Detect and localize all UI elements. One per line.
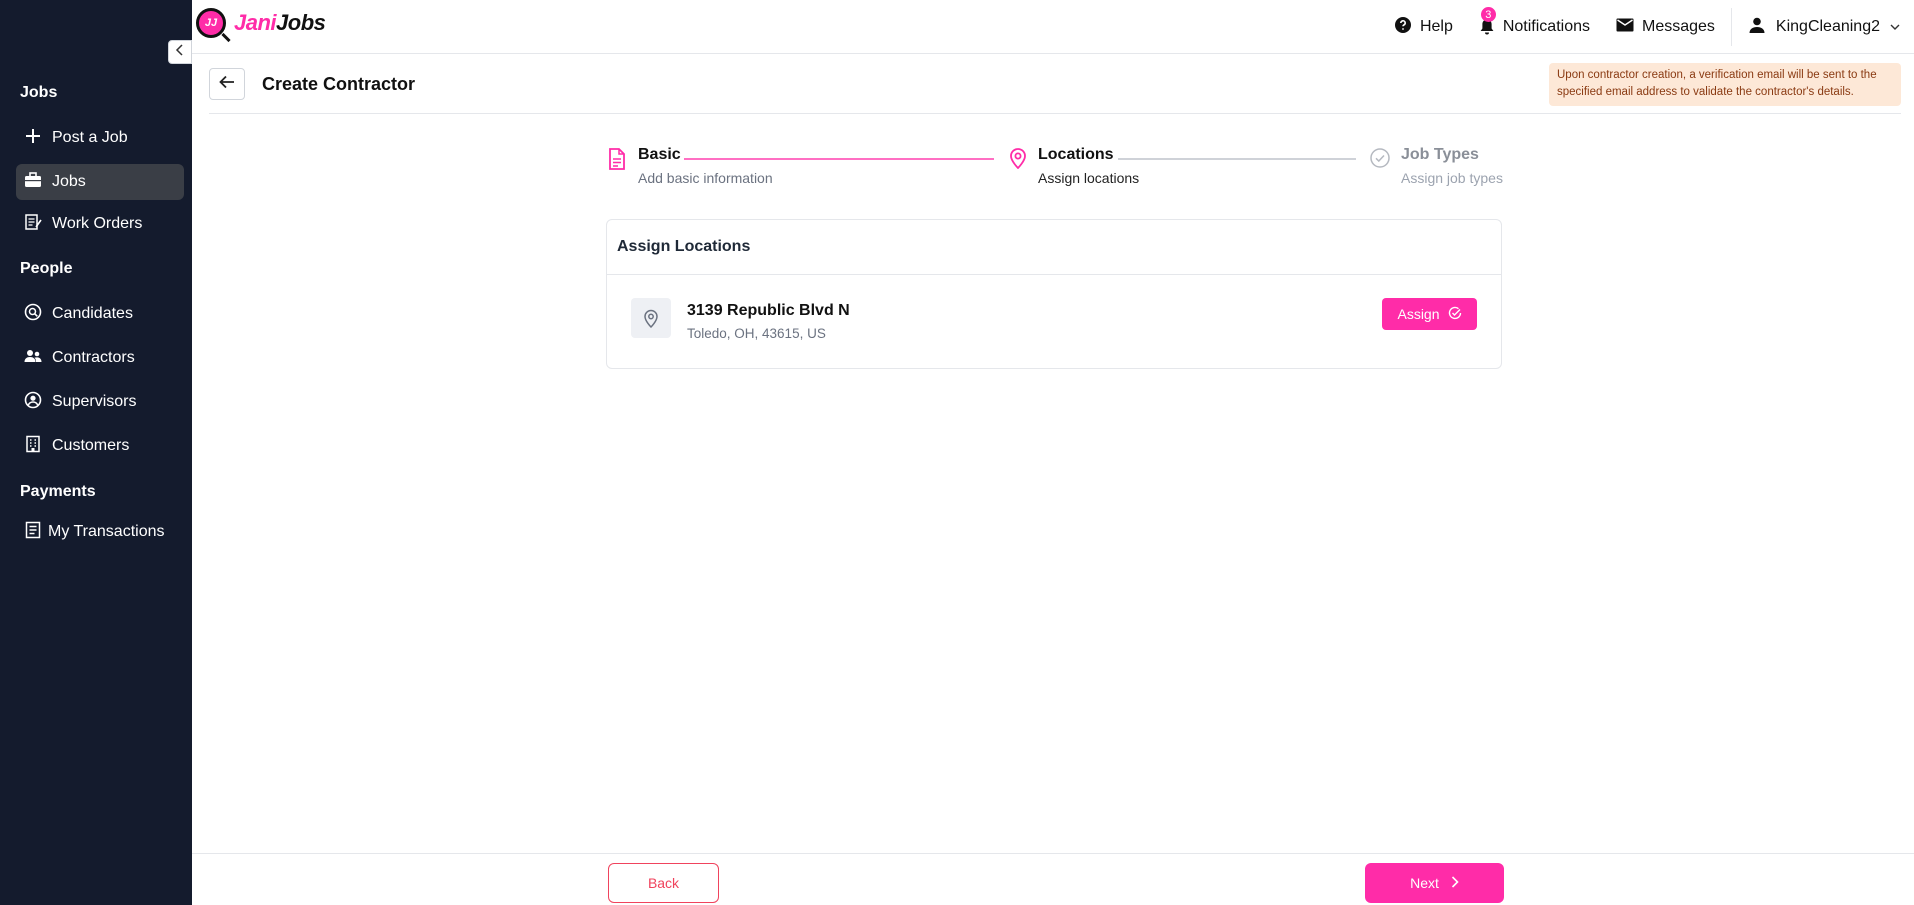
user-icon: [1748, 16, 1766, 39]
people-icon: [24, 347, 42, 370]
step-connector-pending: [1118, 158, 1356, 160]
sidebar-item-candidates[interactable]: Candidates: [16, 296, 184, 332]
card-heading: Assign Locations: [607, 220, 1501, 275]
title-divider: [209, 113, 1901, 114]
back-button[interactable]: Back: [608, 863, 719, 903]
help-icon: [1394, 16, 1412, 39]
step-connector-complete: [684, 158, 994, 160]
section-title-people: People: [20, 260, 73, 277]
notifications-label: Notifications: [1502, 18, 1590, 35]
step-title: Job Types: [1401, 146, 1479, 163]
notifications-link[interactable]: 3 Notifications: [1479, 7, 1590, 36]
messages-link[interactable]: Messages: [1616, 18, 1715, 37]
step-subtitle: Add basic information: [638, 170, 773, 186]
sidebar-item-label: Work Orders: [52, 215, 143, 232]
notification-count-badge: 3: [1480, 7, 1496, 22]
location-address: Toledo, OH, 43615, US: [687, 326, 826, 341]
check-circle-icon: [1448, 306, 1462, 323]
work-order-icon: [24, 213, 42, 236]
verification-notice: Upon contractor creation, a verification…: [1549, 63, 1901, 106]
step-title: Basic: [638, 146, 681, 163]
sidebar-item-label: Customers: [52, 437, 130, 454]
page-title: Create Contractor: [262, 74, 416, 94]
step-basic: Basic Add basic information: [638, 146, 773, 186]
user-circle-icon: [24, 391, 42, 414]
sidebar-item-customers[interactable]: Customers: [16, 428, 184, 464]
help-link[interactable]: Help: [1394, 16, 1453, 39]
assign-locations-card: Assign Locations 3139 Republic Blvd N To…: [606, 219, 1502, 369]
plus-icon: [24, 127, 42, 150]
sidebar-item-post-a-job[interactable]: Post a Job: [16, 120, 184, 156]
sidebar-item-label: Candidates: [52, 305, 133, 322]
chevron-right-icon: [1451, 875, 1459, 891]
step-title: Locations: [1038, 146, 1114, 163]
document-icon: [608, 148, 626, 175]
section-title-payments: Payments: [20, 483, 96, 500]
user-menu[interactable]: KingCleaning2: [1748, 16, 1900, 39]
logo-jani: Jani: [234, 10, 277, 35]
sidebar-item-label: Contractors: [52, 349, 135, 366]
assign-button[interactable]: Assign: [1382, 298, 1477, 330]
briefcase-icon: [24, 171, 42, 194]
messages-label: Messages: [1642, 18, 1715, 35]
arrow-left-icon: [219, 75, 235, 94]
building-icon: [24, 435, 42, 458]
back-label: Back: [647, 875, 680, 891]
logo-jobs: Jobs: [276, 10, 326, 35]
sidebar-item-label: Post a Job: [52, 129, 128, 146]
logo-mark: JJ: [196, 8, 226, 38]
step-job-types: Job Types Assign job types: [1401, 146, 1503, 186]
location-name: 3139 Republic Blvd N: [687, 302, 850, 319]
logo[interactable]: JJ JaniJobs: [196, 8, 326, 38]
location-pin-icon: [631, 298, 671, 338]
chevron-left-icon: [175, 43, 185, 61]
section-title-jobs: Jobs: [20, 84, 58, 101]
receipt-icon: [24, 521, 42, 544]
search-person-icon: [24, 303, 42, 326]
footer-bar: [192, 853, 1914, 905]
sidebar-item-label: Jobs: [52, 173, 86, 190]
page-back-button[interactable]: [209, 68, 245, 100]
sidebar: Jobs Post a Job Jobs Work Orders People …: [0, 0, 192, 905]
sidebar-item-my-transactions[interactable]: My Transactions: [16, 514, 184, 550]
bell-icon: 3: [1479, 7, 1496, 36]
header-divider: [1730, 8, 1732, 46]
sidebar-item-supervisors[interactable]: Supervisors: [16, 384, 184, 420]
step-locations: Locations Assign locations: [1038, 146, 1139, 186]
top-right-nav: Help 3 Notifications Messages KingCleani…: [1394, 0, 1914, 54]
next-label: Next: [1410, 875, 1439, 891]
assign-label: Assign: [1397, 306, 1440, 322]
check-circle-icon: [1370, 148, 1390, 173]
help-label: Help: [1419, 18, 1453, 35]
sidebar-item-contractors[interactable]: Contractors: [16, 340, 184, 376]
user-name: KingCleaning2: [1775, 18, 1880, 35]
mail-icon: [1616, 18, 1634, 37]
next-button[interactable]: Next: [1365, 863, 1504, 903]
logo-text: JaniJobs: [234, 10, 326, 36]
sidebar-item-work-orders[interactable]: Work Orders: [16, 206, 184, 242]
sidebar-item-label: My Transactions: [48, 523, 165, 540]
sidebar-item-jobs[interactable]: Jobs: [16, 164, 184, 200]
top-bar: JJ JaniJobs Help 3 Notifications Message…: [192, 0, 1914, 54]
chevron-down-icon: [1890, 18, 1900, 36]
step-subtitle: Assign locations: [1038, 170, 1140, 186]
sidebar-collapse-button[interactable]: [168, 40, 192, 64]
map-pin-icon: [1008, 147, 1028, 174]
step-subtitle: Assign job types: [1401, 170, 1503, 186]
sidebar-item-label: Supervisors: [52, 393, 137, 410]
